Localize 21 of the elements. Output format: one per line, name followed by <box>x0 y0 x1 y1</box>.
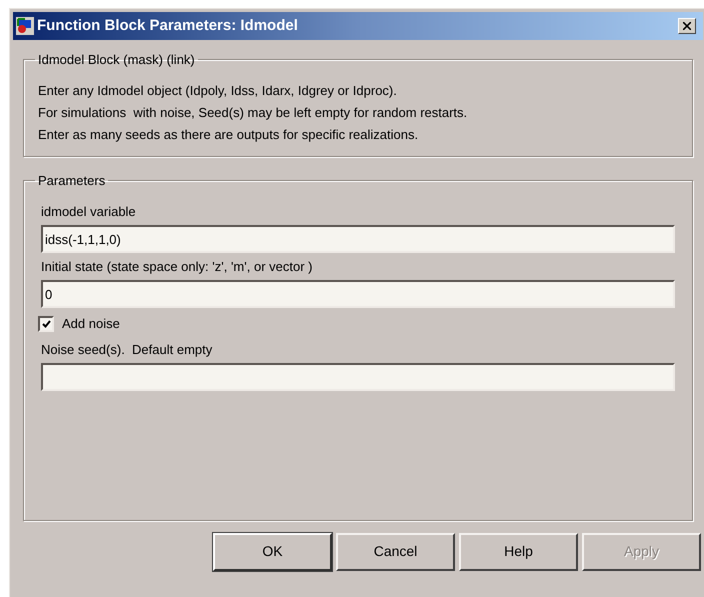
dialog-button[interactable]: Help <box>459 532 578 570</box>
description-text: For simulations with noise, Seed(s) may be left empty for random restarts. <box>38 104 468 122</box>
field-label: Initial state (state space only: 'z', 'm', or vector ) <box>41 258 314 276</box>
window-title: Function Block Parameters: Idmodel <box>37 16 299 36</box>
group-title: Parameters <box>37 172 106 190</box>
close-icon <box>683 22 691 30</box>
close-button[interactable] <box>678 18 696 34</box>
text-field[interactable]: 0 <box>41 280 675 308</box>
field-label: Noise seed(s). Default empty <box>41 340 214 359</box>
app-icon <box>16 17 34 35</box>
checkbox-label: Add noise <box>62 315 120 333</box>
dialog-button[interactable]: Cancel <box>336 532 455 570</box>
check-icon <box>42 320 50 328</box>
dialog-button[interactable]: OK <box>213 532 332 570</box>
checkbox[interactable] <box>38 316 54 332</box>
text-field[interactable] <box>41 362 675 390</box>
description-text: Enter as many seeds as there are outputs for specific realizations. <box>38 126 420 144</box>
group-title: Idmodel Block (mask) (link) <box>37 51 196 69</box>
field-label: idmodel variable <box>41 203 137 221</box>
description-text: Enter any Idmodel object (Idpoly, Idss, Idarx, Idgrey or Idproc). <box>38 82 398 100</box>
text-field[interactable]: idss(-1,1,1,0) <box>41 225 675 253</box>
